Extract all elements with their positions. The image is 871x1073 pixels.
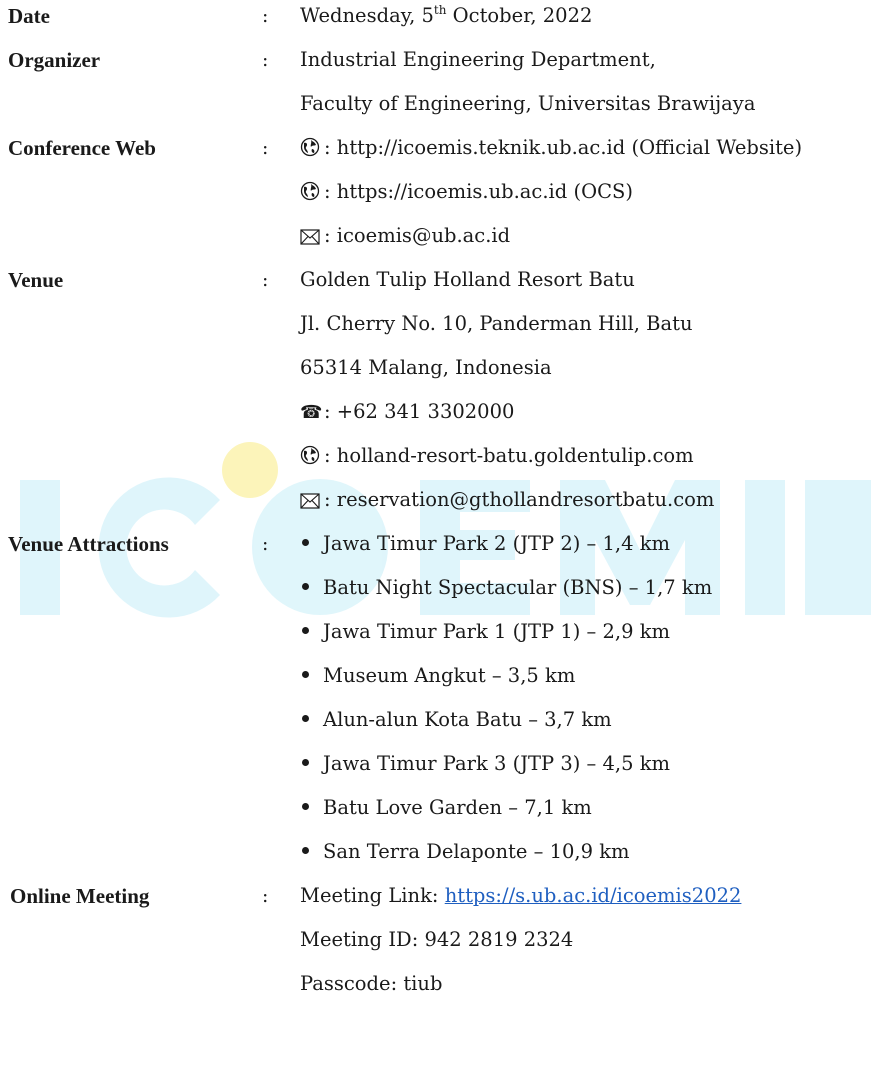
- attraction-text: Batu Night Spectacular (BNS) – 1,7 km: [323, 576, 713, 599]
- attraction-text: Jawa Timur Park 3 (JTP 3) – 4,5 km: [323, 752, 671, 775]
- ocs-website-line: : https://icoemis.ub.ac.id (OCS): [300, 178, 633, 206]
- list-item: Jawa Timur Park 1 (JTP 1) – 2,9 km: [302, 618, 670, 646]
- attraction-text: Jawa Timur Park 1 (JTP 1) – 2,9 km: [323, 620, 671, 643]
- meeting-link-line: Meeting Link: https://s.ub.ac.id/icoemis…: [300, 882, 741, 910]
- conference-web-colon: :: [262, 137, 269, 159]
- list-item: San Terra Delaponte – 10,9 km: [302, 838, 630, 866]
- globe-icon: [300, 442, 320, 470]
- venue-website-line: : holland-resort-batu.goldentulip.com: [300, 442, 694, 470]
- attraction-text: Alun-alun Kota Batu – 3,7 km: [323, 708, 612, 731]
- venue-email-text[interactable]: : reservation@gthollandresortbatu.com: [324, 488, 714, 511]
- online-meeting-colon: :: [262, 885, 269, 907]
- venue-label: Venue: [8, 268, 64, 292]
- bullet-icon: [302, 715, 309, 722]
- venue-colon: :: [262, 269, 269, 291]
- venue-phone-line: ☎: +62 341 3302000: [300, 398, 514, 427]
- bullet-icon: [302, 759, 309, 766]
- bullet-icon: [302, 847, 309, 854]
- conference-email-text[interactable]: : icoemis@ub.ac.id: [324, 224, 510, 247]
- bullet-icon: [302, 583, 309, 590]
- meeting-passcode: Passcode: tiub: [300, 972, 443, 995]
- meeting-id: Meeting ID: 942 2819 2324: [300, 928, 574, 951]
- bullet-icon: [302, 671, 309, 678]
- mail-icon: [300, 222, 320, 250]
- official-website-text[interactable]: : http://icoemis.teknik.ub.ac.id (Offici…: [324, 136, 802, 159]
- date-rest: October, 2022: [446, 4, 593, 27]
- venue-street: Jl. Cherry No. 10, Panderman Hill, Batu: [300, 312, 693, 335]
- organizer-label: Organizer: [8, 48, 101, 72]
- venue-name: Golden Tulip Holland Resort Batu: [300, 268, 635, 291]
- bullet-icon: [302, 627, 309, 634]
- organizer-colon: :: [262, 49, 269, 71]
- venue-attractions-label: Venue Attractions: [8, 532, 169, 556]
- organizer-line-2: Faculty of Engineering, Universitas Braw…: [300, 92, 756, 115]
- meeting-link-prefix: Meeting Link:: [300, 884, 445, 907]
- attraction-text: Jawa Timur Park 2 (JTP 2) – 1,4 km: [323, 532, 671, 555]
- date-label: Date: [8, 4, 50, 28]
- conference-web-label: Conference Web: [8, 136, 156, 160]
- phone-icon: ☎: [300, 402, 323, 423]
- list-item: Alun-alun Kota Batu – 3,7 km: [302, 706, 612, 734]
- mail-icon: [300, 486, 320, 514]
- venue-website-text[interactable]: : holland-resort-batu.goldentulip.com: [324, 444, 694, 467]
- online-meeting-label: Online Meeting: [10, 884, 150, 908]
- list-item: Batu Love Garden – 7,1 km: [302, 794, 592, 822]
- date-colon: :: [262, 5, 269, 27]
- list-item: Museum Angkut – 3,5 km: [302, 662, 575, 690]
- venue-phone-text: : +62 341 3302000: [324, 400, 515, 423]
- list-item: Batu Night Spectacular (BNS) – 1,7 km: [302, 574, 712, 602]
- globe-icon: [300, 178, 320, 206]
- attraction-text: Batu Love Garden – 7,1 km: [323, 796, 592, 819]
- official-website-line: : http://icoemis.teknik.ub.ac.id (Offici…: [300, 134, 802, 162]
- attraction-text: Museum Angkut – 3,5 km: [323, 664, 576, 687]
- list-item: Jawa Timur Park 3 (JTP 3) – 4,5 km: [302, 750, 670, 778]
- ocs-website-text[interactable]: : https://icoemis.ub.ac.id (OCS): [324, 180, 633, 203]
- meeting-link[interactable]: https://s.ub.ac.id/icoemis2022: [445, 884, 742, 907]
- attraction-text: San Terra Delaponte – 10,9 km: [323, 840, 630, 863]
- list-item: Jawa Timur Park 2 (JTP 2) – 1,4 km: [302, 530, 670, 558]
- bullet-icon: [302, 539, 309, 546]
- date-value: Wednesday, 5th October, 2022: [300, 2, 592, 30]
- organizer-line-1: Industrial Engineering Department,: [300, 48, 656, 71]
- bullet-icon: [302, 803, 309, 810]
- conference-email-line: : icoemis@ub.ac.id: [300, 222, 510, 250]
- venue-email-line: : reservation@gthollandresortbatu.com: [300, 486, 714, 514]
- venue-attractions-colon: :: [262, 533, 269, 555]
- event-details-sheet: Date : Wednesday, 5th October, 2022 Orga…: [0, 0, 871, 1073]
- date-weekday: Wednesday, 5: [300, 4, 434, 27]
- globe-icon: [300, 134, 320, 162]
- venue-city: 65314 Malang, Indonesia: [300, 356, 552, 379]
- date-ordinal: th: [433, 3, 447, 17]
